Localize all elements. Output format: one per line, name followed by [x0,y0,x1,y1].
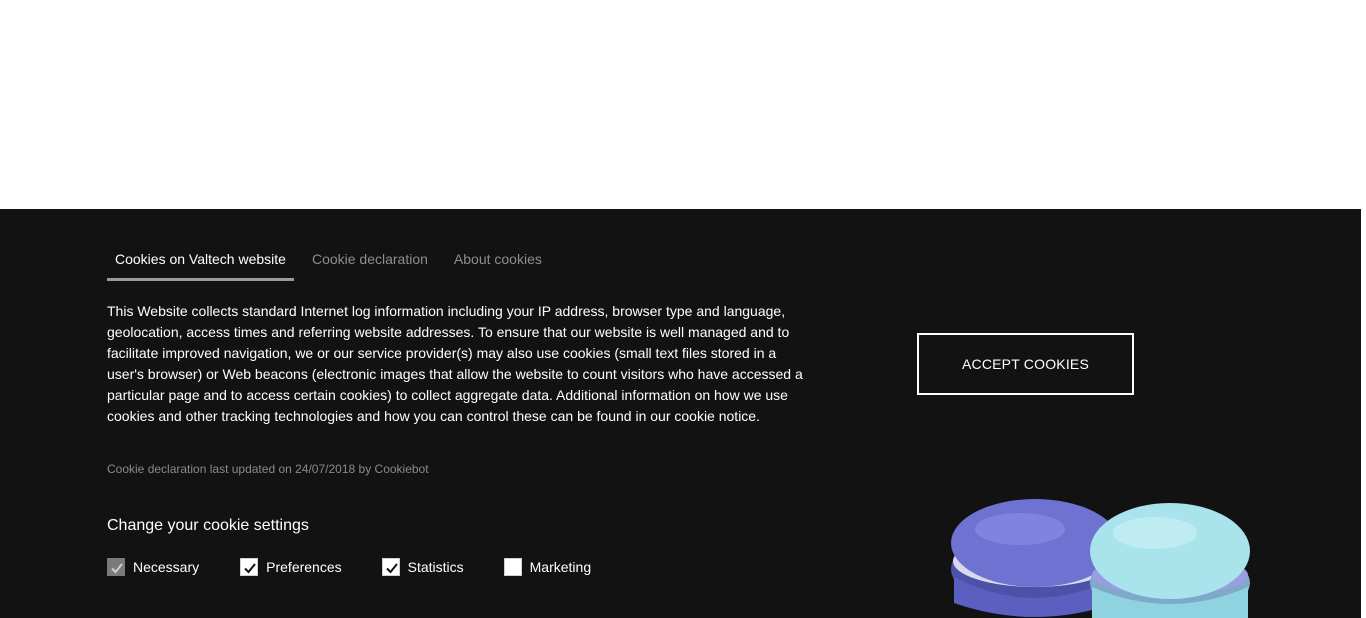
preferences-checkbox-box[interactable] [240,558,259,576]
cookie-banner: Cookies on Valtech website Cookie declar… [0,209,1361,618]
settings-heading: Change your cookie settings [107,517,309,534]
marketing-checkbox[interactable]: Marketing [503,558,592,576]
preferences-label: Preferences [266,559,342,575]
tab-about-cookies[interactable]: About cookies [454,249,542,281]
necessary-label: Necessary [133,559,200,575]
page-blank-area [0,0,1366,209]
cookie-description: This Website collects standard Internet … [107,303,803,424]
check-icon [385,563,398,574]
check-icon [244,563,256,574]
marketing-label: Marketing [529,559,592,575]
declaration-updated-note: Cookie declaration last updated on 24/07… [107,462,429,476]
preferences-checkbox[interactable]: Preferences [240,558,342,576]
statistics-label: Statistics [407,559,464,575]
marketing-checkbox-box[interactable] [503,558,522,576]
necessary-checkbox[interactable]: Necessary [107,558,199,576]
tab-cookie-declaration[interactable]: Cookie declaration [312,249,428,281]
check-icon [111,563,123,574]
blue-macaron [1090,503,1250,618]
cookie-options: Necessary Preferences Statistics Marketi… [107,558,631,576]
necessary-checkbox-box[interactable] [107,558,125,576]
statistics-checkbox-box[interactable] [381,558,400,576]
statistics-checkbox[interactable]: Statistics [381,558,464,576]
scrollbar[interactable] [1361,0,1366,618]
tab-cookies-on-valtech[interactable]: Cookies on Valtech website [107,249,294,281]
macarons-image [951,499,1250,618]
accept-cookies-button[interactable]: ACCEPT COOKIES [917,333,1134,395]
cookie-tabs: Cookies on Valtech website Cookie declar… [107,249,568,281]
